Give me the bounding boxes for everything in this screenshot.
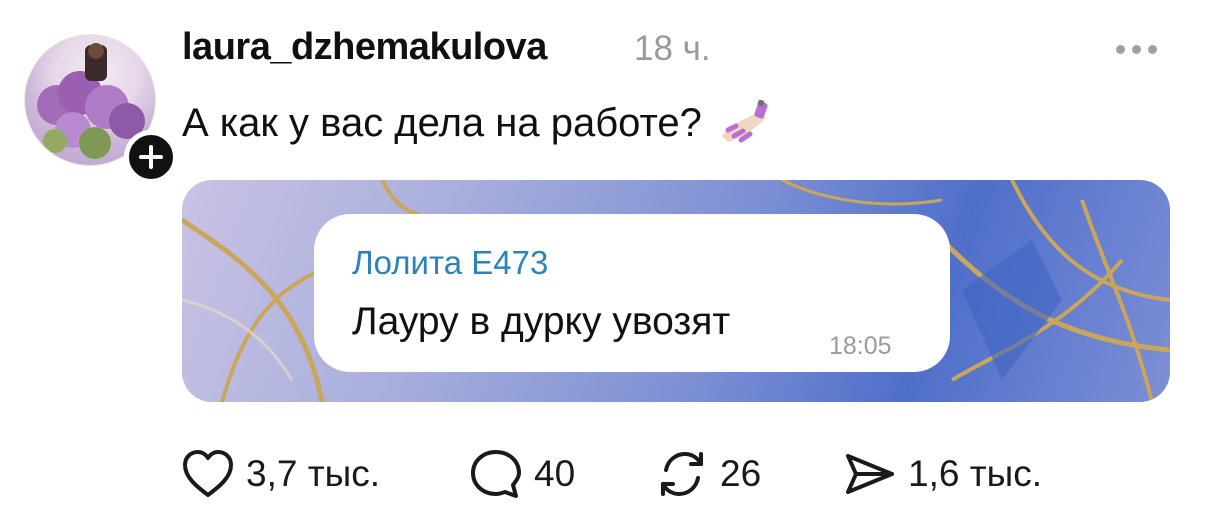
username[interactable]: laura_dzhemakulova <box>182 26 547 69</box>
post-text-row: А как у вас дела на работе? <box>182 100 772 146</box>
repost-button[interactable]: 26 <box>654 446 761 502</box>
message-time: 18:05 <box>829 332 892 360</box>
comment-button[interactable]: 40 <box>468 446 575 502</box>
message-sender: Лолита Е473 <box>352 244 549 281</box>
message-text: Лауру в дурку увозят <box>352 300 731 343</box>
avatar-container <box>24 34 178 184</box>
send-icon <box>846 454 894 494</box>
more-button[interactable] <box>1116 36 1170 62</box>
like-button[interactable]: 3,7 тыс. <box>180 446 380 502</box>
heart-icon <box>183 450 233 497</box>
repost-count: 26 <box>720 453 762 494</box>
comment-count: 40 <box>534 453 576 494</box>
comment-bubble-icon <box>471 450 521 498</box>
post-text: А как у вас дела на работе? <box>182 100 702 145</box>
more-icon-dot <box>1148 44 1157 54</box>
like-count: 3,7 тыс. <box>246 453 381 494</box>
media-image[interactable]: Лолита Е473 Лауру в дурку увозят 18:05 <box>182 180 1170 402</box>
action-bar: 3,7 тыс. 40 26 1,6 тыс. <box>180 446 1080 502</box>
nail-polish-emoji-icon <box>721 100 768 143</box>
follow-button[interactable] <box>124 130 178 184</box>
share-count: 1,6 тыс. <box>908 453 1043 494</box>
more-icon-dot <box>1116 44 1125 54</box>
post-time: 18 ч. <box>634 29 711 68</box>
repost-icon <box>661 451 703 497</box>
more-icon-dot <box>1132 44 1141 54</box>
share-button[interactable]: 1,6 тыс. <box>842 446 1042 502</box>
message-bubble: Лолита Е473 Лауру в дурку увозят 18:05 <box>314 214 950 372</box>
plus-icon <box>139 145 163 169</box>
